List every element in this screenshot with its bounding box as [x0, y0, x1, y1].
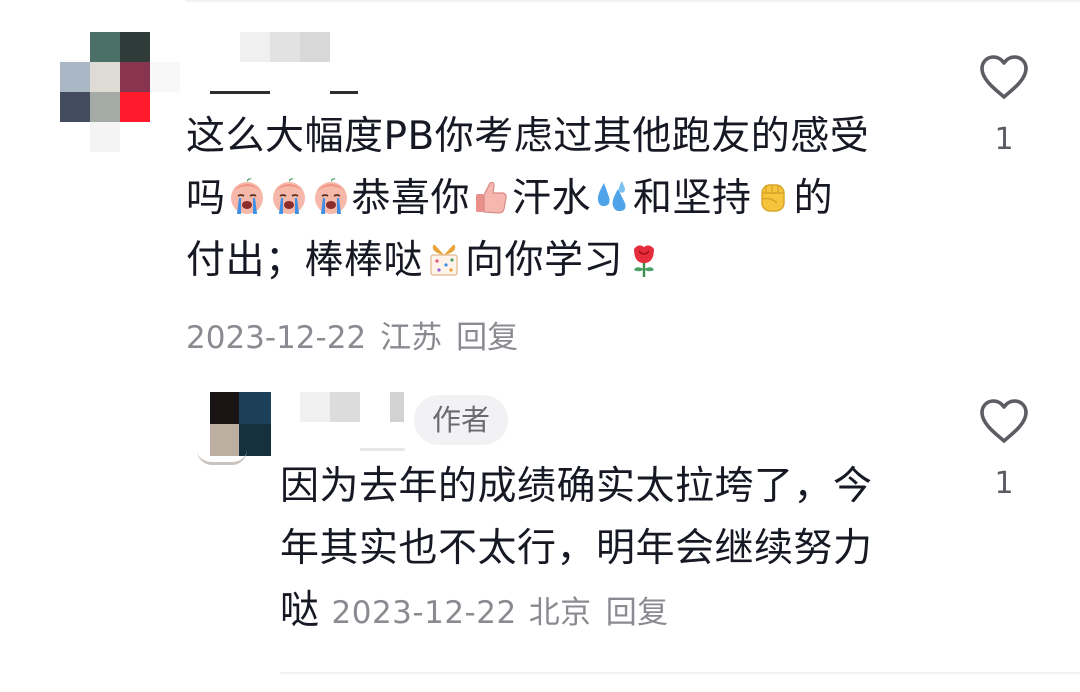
comment-text-segment: 付出；棒棒哒	[186, 238, 424, 283]
commenter-name-underline	[210, 91, 270, 94]
like-count: 1	[994, 466, 1014, 501]
comment-meta: 2023-12-22 江苏 回复	[186, 312, 518, 357]
reply-text: 因为去年的成绩确实太拉垮了，今 年其实也不太行，明年会继续努力哒 2023-12-2…	[280, 456, 940, 644]
avatar-pixel	[60, 92, 90, 122]
reply-location: 北京	[528, 595, 592, 631]
comment-text: 这么大幅度PB你考虑过其他跑友的感受吗 恭喜你 汗水 和坚持的付出；棒棒哒 向你学习	[186, 106, 946, 292]
avatar-pixel	[120, 32, 150, 62]
avatar-pixel	[90, 122, 120, 152]
sweat-droplets-emoji	[592, 174, 632, 214]
crying-face-emoji	[269, 174, 309, 214]
top-divider	[185, 0, 1080, 2]
reply-text-segment: 年其实也不太行，明年会继续努力	[280, 526, 873, 571]
author-name-underline	[360, 448, 405, 451]
crying-face-emoji	[311, 174, 351, 214]
like-button[interactable]: 1	[976, 54, 1032, 157]
rose-emoji	[624, 236, 664, 277]
heart-outline-icon	[980, 55, 1028, 99]
comment-line: 这么大幅度PB你考虑过其他跑友的感受	[186, 106, 946, 168]
heart-outline-icon	[980, 399, 1028, 443]
author-name-blurred[interactable]	[300, 392, 404, 422]
author-avatar[interactable]	[195, 390, 271, 465]
avatar-pixel	[239, 392, 271, 424]
avatar-pixel	[150, 92, 180, 122]
like-button[interactable]: 1	[976, 398, 1032, 501]
comment-text-segment: 的	[793, 176, 834, 221]
bottom-divider	[280, 672, 1080, 674]
reply-text-segment: 因为去年的成绩确实太拉垮了，今	[280, 464, 873, 509]
comment-text-segment: 这么大幅度PB你考虑过其他跑友的感受	[186, 114, 870, 159]
reply-text-segment: 哒	[280, 588, 320, 633]
comment-text-segment: 汗水	[512, 176, 592, 221]
avatar-pixel	[150, 62, 180, 92]
comment-text-segment: 吗	[186, 176, 226, 221]
avatar-pixel	[120, 122, 150, 152]
comment-text-segment: 和坚持	[633, 176, 752, 221]
avatar-edge	[197, 450, 247, 465]
avatar-pixel	[60, 62, 90, 92]
commenter-name-underline	[330, 91, 358, 94]
author-badge: 作者	[414, 395, 508, 445]
reply-date: 2023-12-22	[331, 595, 517, 631]
reply-meta: 2023-12-22 北京 回复	[332, 595, 669, 631]
thumbs-up-emoji	[471, 174, 511, 214]
comment-line: 吗 恭喜你 汗水 和坚持的	[186, 168, 946, 230]
avatar-pixel	[60, 122, 90, 152]
commenter-avatar[interactable]	[60, 32, 180, 152]
like-count: 1	[994, 122, 1014, 157]
avatar-pixel	[150, 122, 180, 152]
avatar-pixel	[120, 62, 150, 92]
avatar-pixel	[90, 92, 120, 122]
comment-line: 付出；棒棒哒 向你学习	[186, 230, 946, 292]
wrapped-gift-emoji	[424, 236, 464, 276]
avatar-pixel	[120, 92, 150, 122]
comment-location: 江苏	[380, 320, 443, 356]
crying-face-emoji	[227, 174, 267, 214]
reply-button[interactable]: 回复	[456, 312, 518, 357]
avatar-pixel	[90, 62, 120, 92]
avatar-pixel	[150, 32, 180, 62]
avatar-pixel	[90, 32, 120, 62]
reply-line: 因为去年的成绩确实太拉垮了，今	[280, 456, 940, 518]
reply-line: 哒 2023-12-22 北京 回复	[280, 580, 940, 644]
comment-date: 2023-12-22	[186, 320, 367, 356]
comment-text-segment: 向你学习	[465, 238, 624, 283]
avatar-pixel	[60, 32, 90, 62]
raised-fist-emoji	[753, 174, 793, 214]
reply-line: 年其实也不太行，明年会继续努力	[280, 518, 940, 580]
comment-text-segment: 恭喜你	[351, 176, 471, 221]
avatar-pixel	[210, 392, 242, 424]
commenter-name-blurred[interactable]	[240, 32, 330, 62]
reply-button[interactable]: 回复	[606, 595, 669, 631]
